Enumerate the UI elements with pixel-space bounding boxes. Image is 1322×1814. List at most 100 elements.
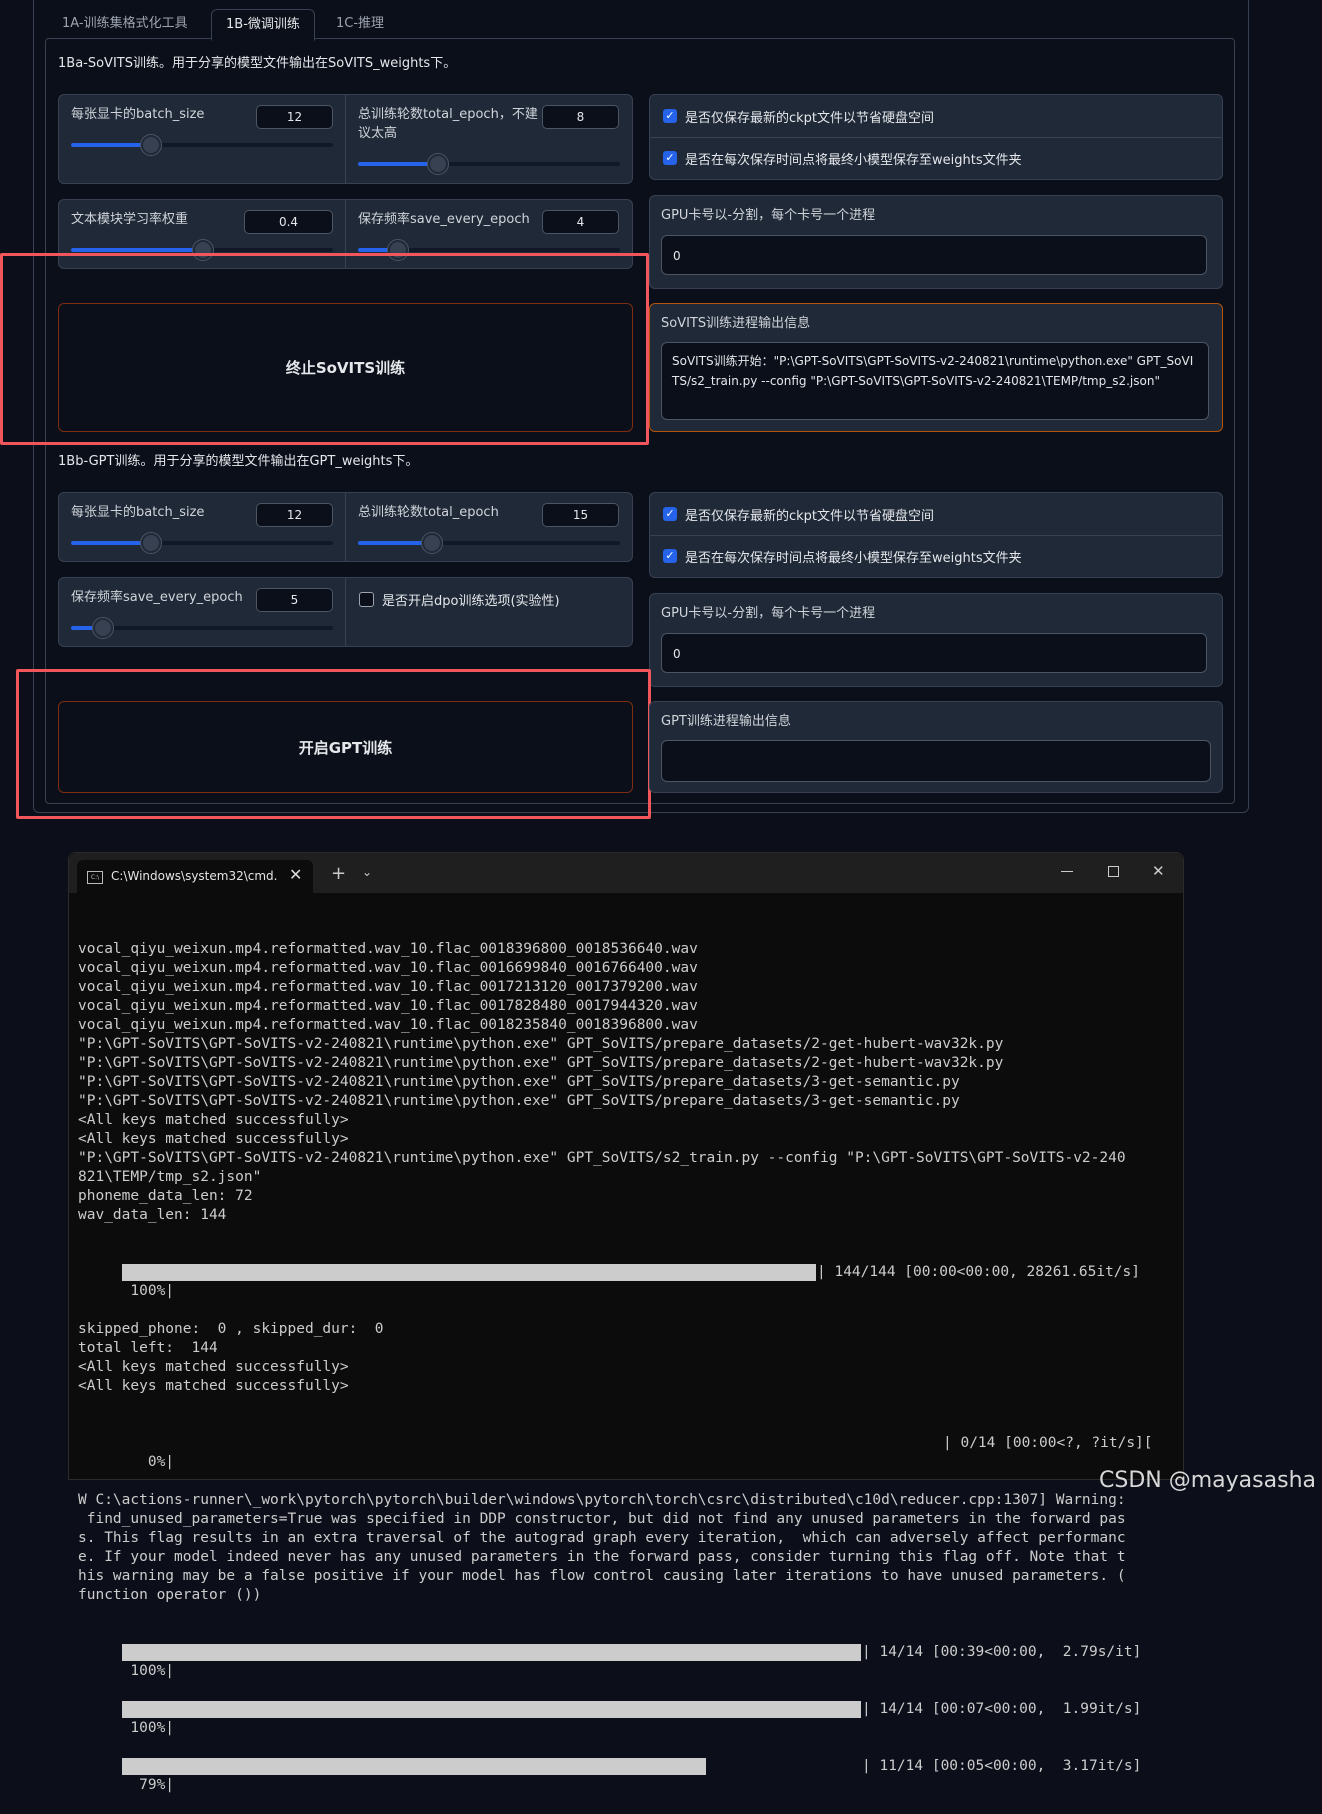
progress-0-tail: | 0/14 [00:00<?, ?it/s][: [943, 1435, 1153, 1451]
gpt-batch-input[interactable]: 12: [256, 503, 333, 527]
highlight-box-gpt: [16, 669, 651, 819]
cmd-icon: C:\: [87, 871, 103, 884]
terminal-line: "P:\GPT-SoVITS\GPT-SoVITS-v2-240821\runt…: [78, 1055, 1004, 1071]
gpt-output-label: GPT训练进程输出信息: [661, 714, 791, 729]
sovits-save-small-label: 是否在每次保存时间点将最终小模型保存至weights文件夹: [685, 153, 1022, 168]
gpt-save-every-slider-handle[interactable]: [93, 618, 114, 638]
sovits-gpu-input[interactable]: 0: [661, 235, 1207, 275]
sovits-save-small-checkbox[interactable]: ✓: [663, 151, 677, 165]
sovits-epoch-label: 总训练轮数total_epoch，不建议太高: [358, 107, 538, 141]
sovits-gpu-label: GPU卡号以-分割，每个卡号一个进程: [661, 208, 876, 223]
progress-c-pct: 79%|: [130, 1777, 175, 1793]
progress-b-tail: | 14/14 [00:07<00:00, 1.99it/s]: [862, 1701, 1142, 1717]
sovits-output-block: SoVITS训练进程输出信息 SoVITS训练开始："P:\GPT-SoVITS…: [649, 303, 1223, 432]
gpt-batch-slider[interactable]: [71, 541, 333, 545]
sovits-output-label: SoVITS训练进程输出信息: [661, 316, 811, 331]
sovits-epoch-slider[interactable]: [358, 162, 620, 166]
terminal-line: "P:\GPT-SoVITS\GPT-SoVITS-v2-240821\runt…: [78, 1093, 960, 1109]
terminal-window: C:\ C:\Windows\system32\cmd.e: ✕ + ⌄ ✕ v…: [68, 852, 1184, 1793]
sovits-save-every-input[interactable]: 4: [542, 210, 619, 234]
terminal-tab-title: C:\Windows\system32\cmd.e:: [111, 869, 277, 883]
sovits-text-lr-input[interactable]: 0.4: [244, 210, 333, 234]
progress-1-tail: | 144/144 [00:00<00:00, 28261.65it/s]: [817, 1264, 1141, 1280]
sovits-gpu-block: GPU卡号以-分割，每个卡号一个进程 0: [649, 195, 1223, 289]
terminal-tab[interactable]: C:\ C:\Windows\system32\cmd.e: ✕: [77, 860, 313, 893]
close-window-icon[interactable]: ✕: [1152, 862, 1165, 880]
sovits-save-latest-checkbox[interactable]: ✓: [663, 109, 677, 123]
sovits-batch-label: 每张显卡的batch_size: [71, 107, 205, 122]
terminal-line: skipped_phone: 0 , skipped_dur: 0: [78, 1321, 384, 1337]
sovits-save-latest-label: 是否仅保存最新的ckpt文件以节省硬盘空间: [685, 111, 935, 126]
warning-line: find_unused_parameters=True was specifie…: [78, 1511, 1126, 1527]
progress-b-bar: [122, 1701, 861, 1718]
sovits-batch-slider-handle[interactable]: [140, 135, 161, 155]
progress-a-bar: [122, 1644, 861, 1661]
sovits-batch-slider[interactable]: [71, 143, 333, 147]
sovits-param-group-1: 每张显卡的batch_size 12 总训练轮数total_epoch，不建议太…: [58, 94, 633, 184]
close-tab-icon[interactable]: ✕: [289, 865, 302, 884]
terminal-line: total left: 144: [78, 1340, 218, 1356]
gpt-batch-slider-handle[interactable]: [140, 533, 161, 553]
sovits-epoch-input[interactable]: 8: [542, 105, 619, 129]
sovits-text-lr-label: 文本模块学习率权重: [71, 212, 189, 227]
minimize-icon[interactable]: [1061, 871, 1073, 872]
gpt-gpu-input[interactable]: 0: [661, 633, 1207, 673]
terminal-line: vocal_qiyu_weixun.mp4.reformatted.wav_10…: [78, 998, 698, 1014]
gpt-output-textarea[interactable]: [661, 740, 1211, 782]
progress-a-tail: | 14/14 [00:39<00:00, 2.79s/it]: [862, 1644, 1142, 1660]
gpt-save-every-label: 保存频率save_every_epoch: [71, 590, 243, 605]
sovits-save-every-label: 保存频率save_every_epoch: [358, 212, 530, 227]
terminal-titlebar: C:\ C:\Windows\system32\cmd.e: ✕ + ⌄ ✕: [69, 853, 1183, 893]
watermark: CSDN @mayasasha: [1099, 1468, 1316, 1493]
gpt-dpo-checkbox[interactable]: [359, 592, 374, 607]
progress-a-pct: 100%|: [130, 1663, 175, 1679]
gpt-section-title: 1Bb-GPT训练。用于分享的模型文件输出在GPT_weights下。: [58, 454, 419, 469]
gpt-epoch-slider[interactable]: [358, 541, 620, 545]
tab-dataset-format[interactable]: 1A-训练集格式化工具: [48, 9, 202, 39]
progress-b-pct: 100%|: [130, 1720, 175, 1736]
terminal-line: vocal_qiyu_weixun.mp4.reformatted.wav_10…: [78, 1017, 698, 1033]
terminal-line: <All keys matched successfully>: [78, 1112, 349, 1128]
terminal-line: wav_data_len: 144: [78, 1207, 227, 1223]
progress-1-pct: 100%|: [130, 1283, 175, 1299]
gpt-save-small-checkbox[interactable]: ✓: [663, 549, 677, 563]
sovits-checkbox-group: ✓ 是否仅保存最新的ckpt文件以节省硬盘空间 ✓ 是否在每次保存时间点将最终小…: [649, 94, 1223, 180]
progress-line-1: 100%| | 144/144 [00:00<00:00, 28261.65it/…: [78, 1263, 1140, 1299]
terminal-line: <All keys matched successfully>: [78, 1359, 349, 1375]
gpt-param-group-2: 保存频率save_every_epoch 5 是否开启dpo训练选项(实验性): [58, 577, 633, 647]
progress-1-bar: [122, 1264, 816, 1281]
tab-inference[interactable]: 1C-推理: [322, 9, 398, 39]
terminal-line: "P:\GPT-SoVITS\GPT-SoVITS-v2-240821\runt…: [78, 1036, 1004, 1052]
progress-line-c: 79%| | 11/14 [00:05<00:00, 3.17it/s]: [78, 1757, 1141, 1793]
sovits-epoch-slider-handle[interactable]: [427, 154, 448, 174]
gpt-epoch-label: 总训练轮数total_epoch: [358, 505, 499, 520]
warning-line: W C:\actions-runner\_work\pytorch\pytorc…: [78, 1492, 1126, 1508]
gpt-epoch-slider-handle[interactable]: [422, 533, 443, 553]
progress-line-a: 100%| | 14/14 [00:39<00:00, 2.79s/it]: [78, 1643, 1141, 1679]
gpt-save-latest-checkbox[interactable]: ✓: [663, 507, 677, 521]
gpt-param-group-1: 每张显卡的batch_size 12 总训练轮数total_epoch 15: [58, 492, 633, 562]
gpt-output-block: GPT训练进程输出信息: [649, 701, 1223, 793]
gpt-batch-label: 每张显卡的batch_size: [71, 505, 205, 520]
terminal-line: <All keys matched successfully>: [78, 1131, 349, 1147]
new-tab-icon[interactable]: +: [331, 863, 346, 884]
maximize-icon[interactable]: [1108, 866, 1119, 877]
terminal-line: 821\TEMP/tmp_s2.json": [78, 1169, 262, 1185]
sovits-output-textarea[interactable]: SoVITS训练开始："P:\GPT-SoVITS\GPT-SoVITS-v2-…: [661, 342, 1209, 420]
gpt-save-every-input[interactable]: 5: [256, 588, 333, 612]
terminal-line: vocal_qiyu_weixun.mp4.reformatted.wav_10…: [78, 979, 698, 995]
chevron-down-icon[interactable]: ⌄: [362, 865, 372, 879]
gpt-epoch-input[interactable]: 15: [542, 503, 619, 527]
tab-finetune[interactable]: 1B-微调训练: [211, 9, 315, 41]
terminal-line: "P:\GPT-SoVITS\GPT-SoVITS-v2-240821\runt…: [78, 1150, 1126, 1166]
gpt-gpu-block: GPU卡号以-分割，每个卡号一个进程 0: [649, 593, 1223, 687]
warning-line: s. This flag results in an extra travers…: [78, 1530, 1126, 1546]
terminal-line: "P:\GPT-SoVITS\GPT-SoVITS-v2-240821\runt…: [78, 1074, 960, 1090]
highlight-box-sovits: [0, 253, 649, 445]
terminal-output: vocal_qiyu_weixun.mp4.reformatted.wav_10…: [78, 902, 1153, 1814]
gpt-save-latest-label: 是否仅保存最新的ckpt文件以节省硬盘空间: [685, 509, 935, 524]
terminal-line: vocal_qiyu_weixun.mp4.reformatted.wav_10…: [78, 960, 698, 976]
terminal-line: <All keys matched successfully>: [78, 1378, 349, 1394]
gpt-save-small-label: 是否在每次保存时间点将最终小模型保存至weights文件夹: [685, 551, 1022, 566]
sovits-batch-input[interactable]: 12: [256, 105, 333, 129]
